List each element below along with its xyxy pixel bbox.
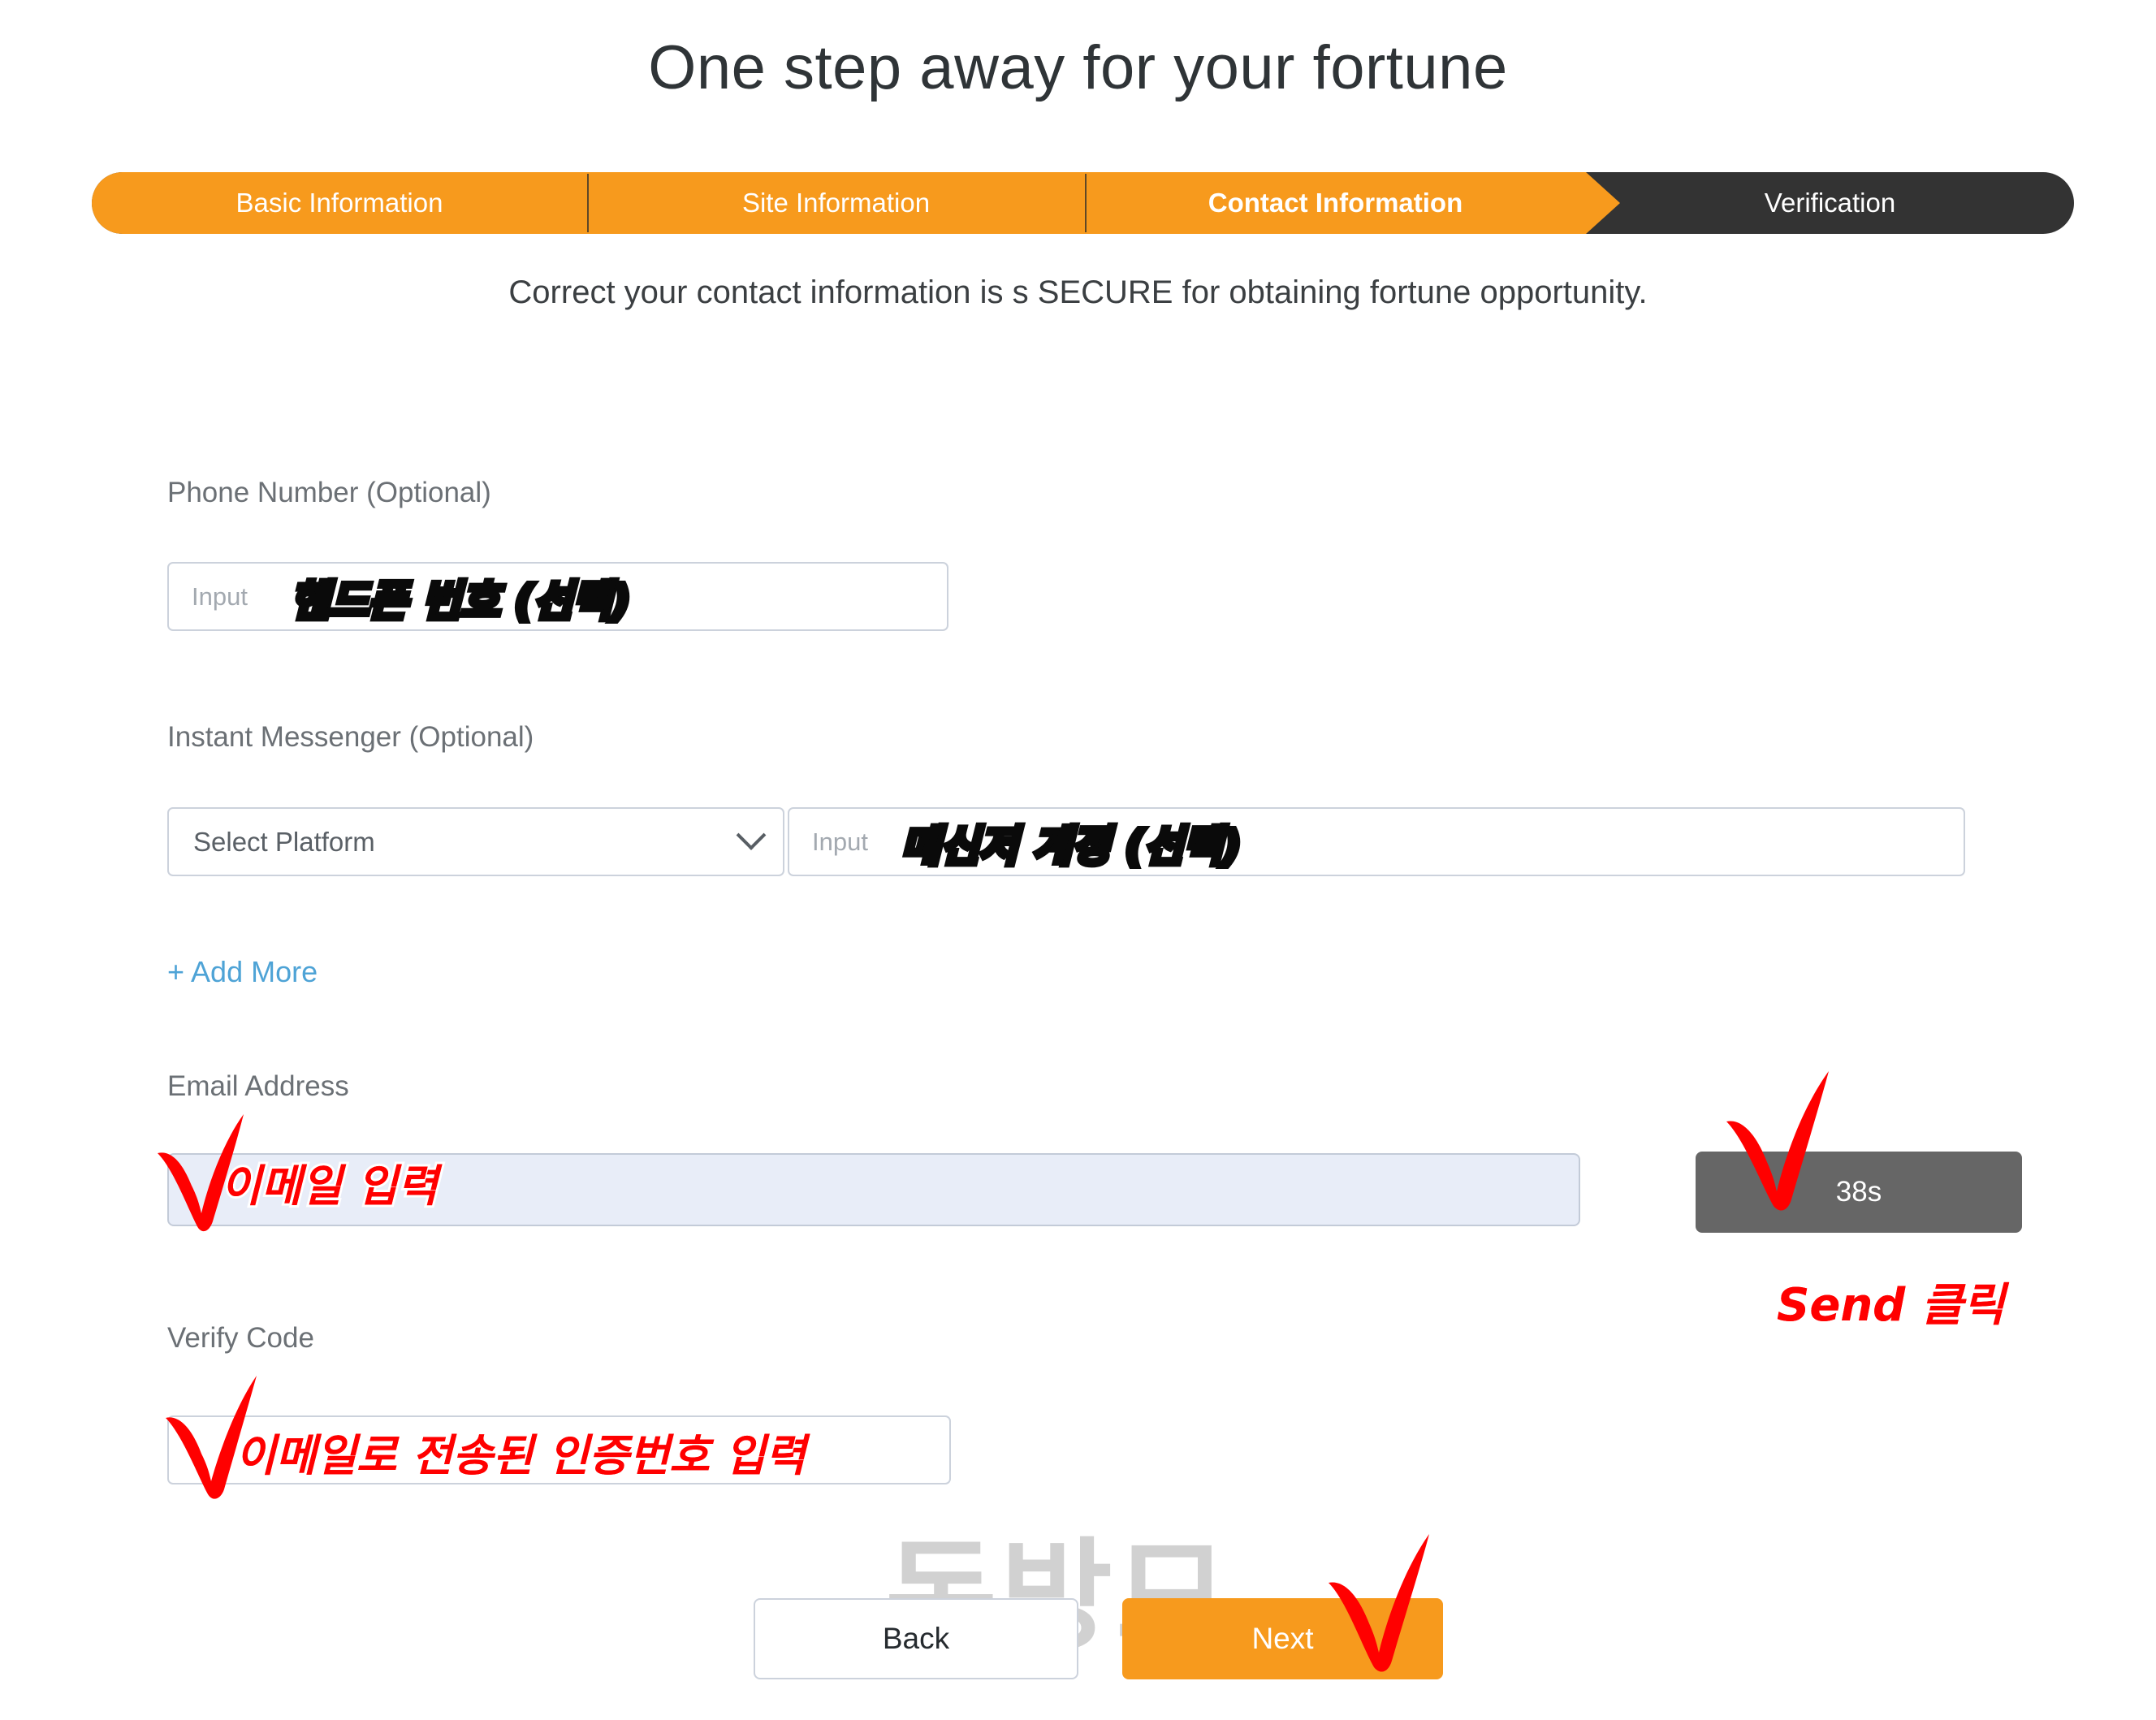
platform-select-value: Select Platform <box>193 826 375 857</box>
page-title: One step away for your fortune <box>648 33 1508 102</box>
step-basic-information[interactable]: Basic Information <box>92 172 587 234</box>
phone-input[interactable]: Input <box>167 562 948 631</box>
phone-input-placeholder: Input <box>192 581 248 611</box>
annotation-send: Send 클릭 <box>1777 1279 2005 1332</box>
step-site-information[interactable]: Site Information <box>587 172 1085 234</box>
step-divider-1 <box>587 174 589 232</box>
back-button[interactable]: Back <box>754 1598 1078 1679</box>
step-progress-bar: Basic Information Site Information Conta… <box>92 172 2074 234</box>
email-address-label: Email Address <box>167 1070 349 1102</box>
step-verification[interactable]: Verification <box>1586 172 2074 234</box>
email-input[interactable] <box>167 1153 1580 1226</box>
step-contact-information[interactable]: Contact Information <box>1085 172 1586 234</box>
step-divider-2 <box>1085 174 1087 232</box>
platform-select[interactable]: Select Platform <box>167 807 784 876</box>
page-subtitle: Correct your contact information is s SE… <box>508 274 1648 310</box>
annotation-send-outline: Send 클릭 <box>1774 1277 2007 1334</box>
chevron-down-icon <box>736 819 767 850</box>
page-root: One step away for your fortune Basic Inf… <box>0 0 2156 1720</box>
verify-code-input[interactable] <box>167 1415 951 1484</box>
send-button[interactable]: 38s <box>1696 1152 2022 1233</box>
next-button[interactable]: Next <box>1122 1598 1443 1679</box>
messenger-account-placeholder: Input <box>812 827 868 856</box>
add-more-link[interactable]: + Add More <box>167 955 318 989</box>
messenger-account-input[interactable]: Input <box>788 807 1965 876</box>
phone-number-label: Phone Number (Optional) <box>167 477 491 508</box>
verify-code-label: Verify Code <box>167 1322 314 1354</box>
instant-messenger-label: Instant Messenger (Optional) <box>167 721 534 753</box>
